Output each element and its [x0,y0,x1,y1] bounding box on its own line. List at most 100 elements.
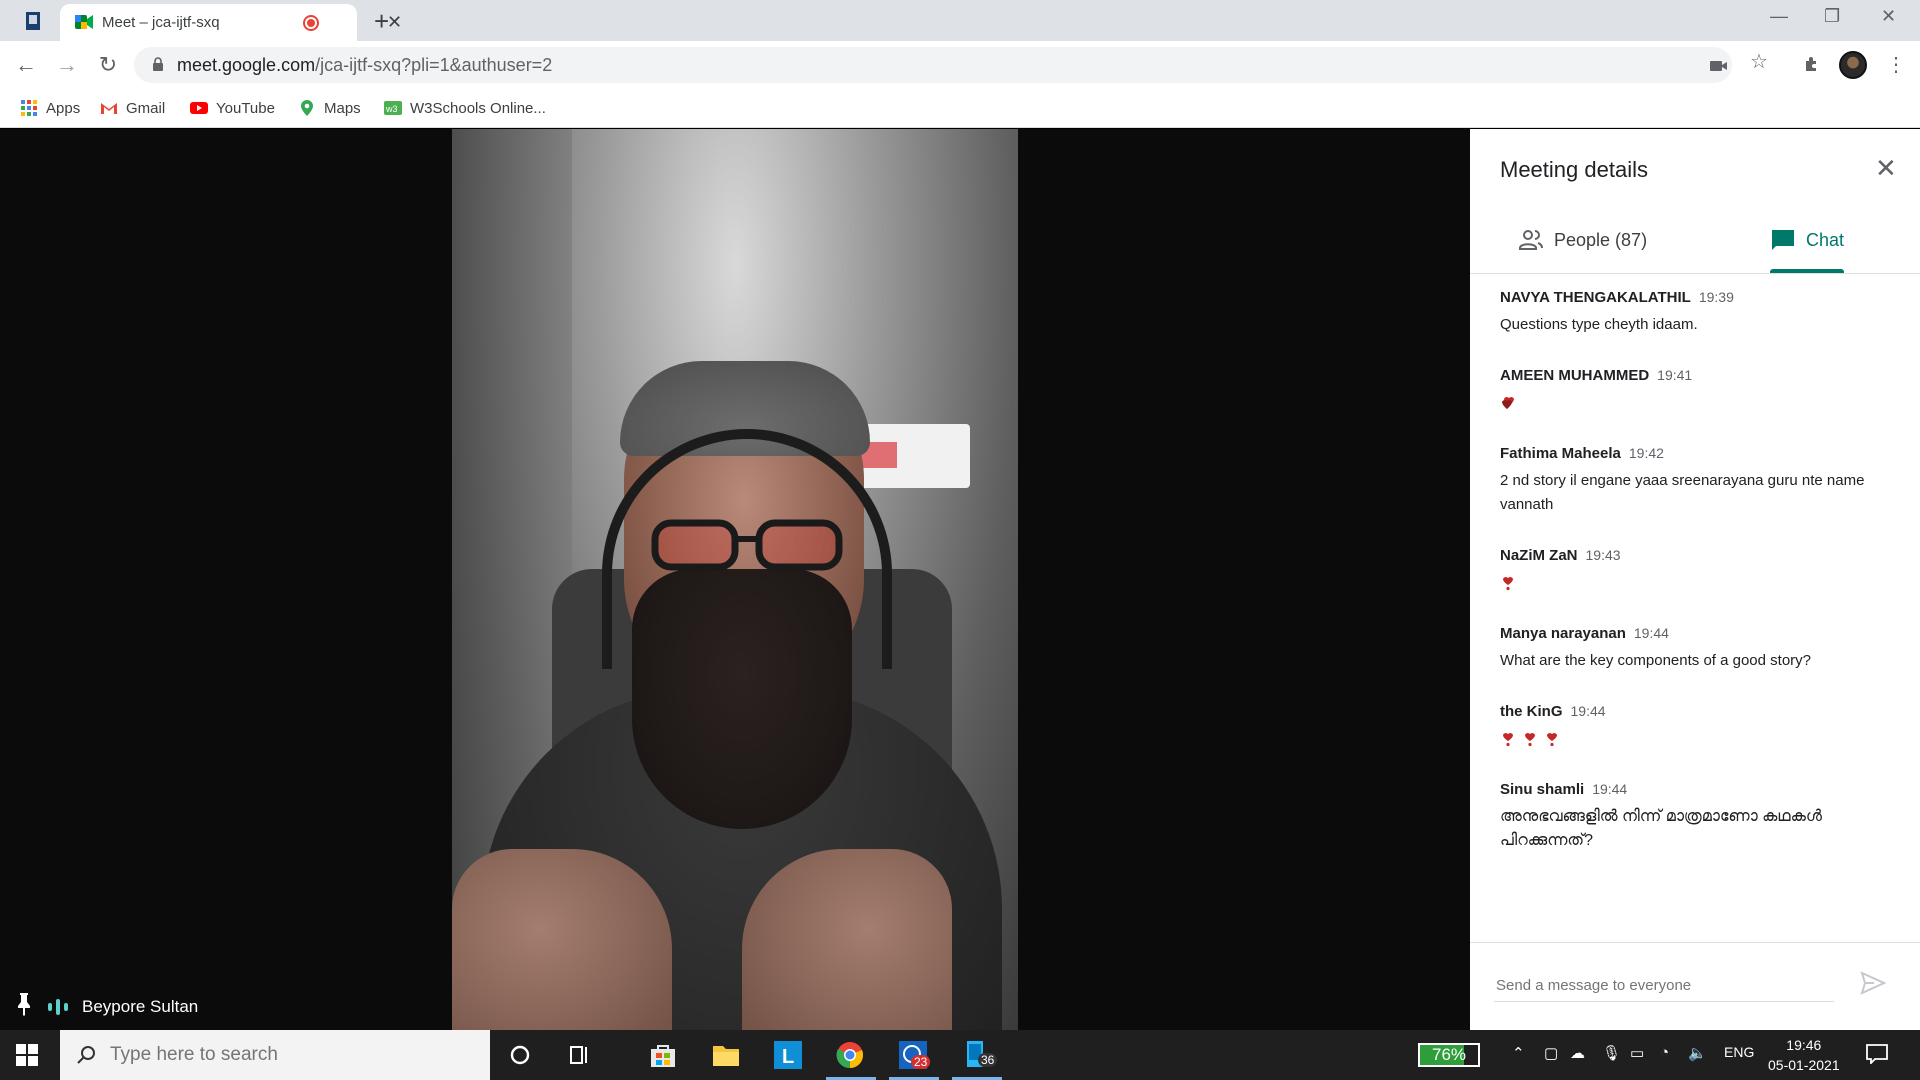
cortana-icon[interactable] [502,1039,538,1071]
battery-percent: 76% [1431,1045,1467,1064]
chat-message-list: NAVYA THENGAKALATHIL 19:39 Questions type… [1500,289,1910,883]
tab-chat-label: Chat [1806,229,1845,250]
message-text: What are the key components of a good st… [1500,652,1812,669]
bookmarks-bar: Apps Gmail YouTube Maps w3 W3Schools Onl… [0,88,1920,128]
maps-icon [301,100,313,116]
double-heart-icon [1502,397,1514,410]
document-icon [26,12,40,30]
chat-message: AMEEN MUHAMMED 19:41 [1500,367,1910,415]
meeting-details-panel: Meeting details ✕ People (87) Chat NAVYA… [1470,129,1920,1030]
address-bar[interactable]: meet.google.com/jca-ijtf-sxq?pli=1&authu… [134,47,1732,83]
bookmark-star-icon[interactable]: ☆ [1750,49,1770,73]
bookmark-label: Maps [324,99,361,117]
pinned-tab[interactable] [18,7,48,35]
browser-menu-icon[interactable]: ⋮ [1886,52,1906,77]
pin-icon[interactable] [14,992,34,1021]
input-underline [1494,1001,1834,1002]
bookmark-youtube[interactable]: YouTube [190,96,275,120]
back-button[interactable]: ← [12,51,40,79]
chrome-icon[interactable] [832,1039,868,1071]
notes-app-icon[interactable]: 36 [958,1039,998,1071]
l-app-icon[interactable]: L [770,1039,806,1071]
heart-exclamation-icon [1525,733,1536,747]
whatsapp-badge: 23 [911,1055,931,1069]
reload-button[interactable]: ↻ [94,51,122,79]
google-meet-icon [75,15,93,29]
message-sender: Fathima Maheela [1500,445,1621,462]
taskbar-clock[interactable]: 19:46 05-01-2021 [1768,1035,1840,1075]
bookmark-gmail[interactable]: Gmail [100,96,165,120]
video-background-sign [852,424,970,488]
tab-divider [1470,273,1920,274]
tab-chat[interactable]: Chat [1770,229,1844,251]
minimize-button[interactable]: — [1770,6,1788,27]
youtube-icon [190,102,208,114]
audio-level-icon [48,998,68,1015]
panel-title: Meeting details [1500,157,1648,182]
message-text: Questions type cheyth idaam. [1500,316,1698,333]
tab-close-icon[interactable]: ✕ [387,12,402,33]
message-sender: AMEEN MUHAMMED [1500,367,1650,384]
speaker-name: Beypore Sultan [82,996,199,1016]
send-icon[interactable] [1860,971,1886,995]
participant-video [452,129,1018,1030]
file-explorer-icon[interactable] [708,1039,744,1071]
chat-message-input[interactable] [1496,977,1836,994]
bookmark-label: YouTube [216,99,275,117]
task-view-icon[interactable] [562,1039,598,1071]
taskbar-search-box[interactable] [60,1030,490,1080]
microsoft-store-icon[interactable] [645,1039,681,1071]
meeting-stage: Beypore Sultan [0,129,1470,1030]
profile-avatar[interactable] [1839,51,1867,79]
bookmark-label: W3Schools Online... [410,99,546,117]
clock-time: 19:46 [1786,1037,1822,1053]
whatsapp-icon[interactable]: 23 [895,1039,931,1071]
chat-message: Fathima Maheela 19:42 2 nd story il engan… [1500,445,1910,517]
close-window-button[interactable]: ✕ [1881,6,1896,27]
recording-indicator-icon [303,15,319,31]
bookmark-maps[interactable]: Maps [298,96,361,120]
camera-icon[interactable] [1709,57,1729,75]
microphone-icon[interactable]: 🎙 [1602,1044,1621,1062]
chat-message: NAVYA THENGAKALATHIL 19:39 Questions type… [1500,289,1910,337]
svg-text:L: L [782,1046,794,1068]
clock-date: 05-01-2021 [1768,1057,1840,1073]
windows-taskbar: L 23 36 76% ⌃ ▢ ☁ 🎙 ▭ ◔ 🔈 ENG 19:46 05-0… [0,1030,1920,1080]
meet-camera-tray-icon[interactable]: ▢ [1544,1044,1558,1062]
w3schools-icon: w3 [384,101,402,115]
show-hidden-icons[interactable]: ⌃ [1512,1044,1525,1062]
tab-people[interactable]: People (87) [1518,229,1647,251]
battery-indicator[interactable]: 76% [1418,1043,1480,1067]
bookmark-apps[interactable]: Apps [20,96,80,120]
url-path: /jca-ijtf-sxq?pli=1&authuser=2 [315,55,553,75]
taskbar-search-input[interactable] [110,1044,470,1066]
new-tab-button[interactable]: + [374,6,389,37]
message-sender: NaZiM ZaN [1500,547,1578,564]
extensions-icon[interactable] [1802,54,1822,74]
windows-start-icon[interactable] [16,1044,38,1066]
chat-message: NaZiM ZaN 19:43 [1500,547,1910,595]
url-text: meet.google.com/jca-ijtf-sxq?pli=1&authu… [177,55,552,76]
bookmark-label: Gmail [126,99,166,117]
speaker-nameplate: Beypore Sultan [14,992,198,1021]
heart-exclamation-icon [1547,733,1558,747]
browser-tab-bar: Meet – jca-ijtf-sxq ✕ + — ❐ ✕ [0,0,1920,41]
wifi-icon[interactable]: ◔ [1660,1044,1669,1061]
active-tab[interactable]: Meet – jca-ijtf-sxq ✕ [60,4,402,41]
heart-exclamation-icon [1503,577,1513,591]
language-indicator[interactable]: ENG [1724,1044,1754,1060]
notification-center-icon[interactable] [1866,1044,1888,1064]
close-panel-icon[interactable]: ✕ [1875,153,1897,184]
video-left-hand [452,849,672,1030]
battery-tray-icon[interactable]: ▭ [1630,1044,1644,1062]
onedrive-icon[interactable]: ☁ [1570,1044,1585,1062]
message-time: 19:44 [1592,781,1628,797]
restore-button[interactable]: ❐ [1824,6,1840,27]
message-emoji [1500,727,1910,751]
volume-icon[interactable]: 🔈 [1688,1044,1707,1062]
svg-text:w3: w3 [385,104,398,114]
message-sender: Sinu shamli [1500,781,1585,798]
chat-message: the KinG 19:44 [1500,703,1910,751]
forward-button[interactable]: → [53,51,81,79]
bookmark-w3schools[interactable]: w3 W3Schools Online... [384,96,546,120]
